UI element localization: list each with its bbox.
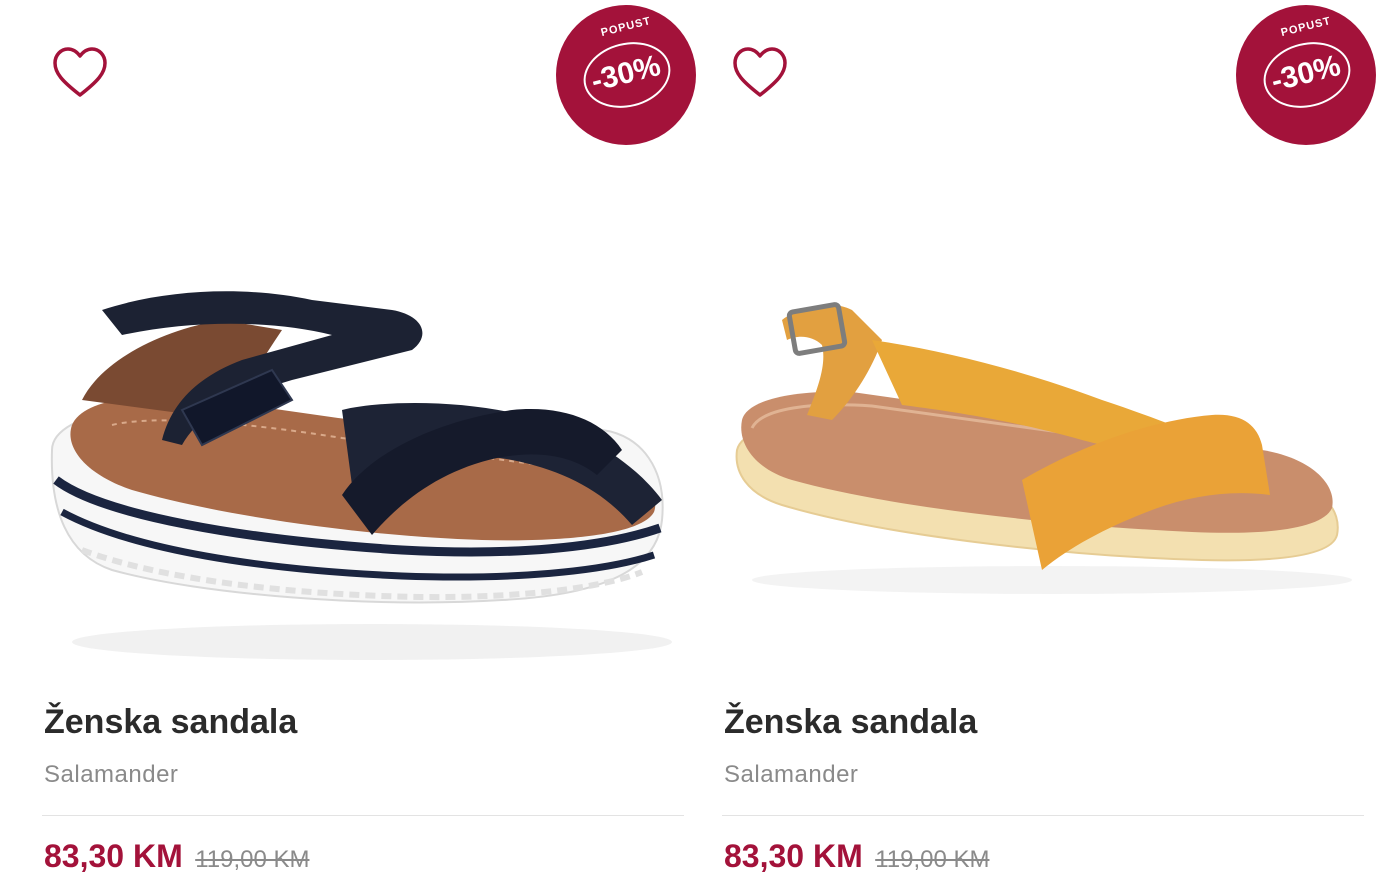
price-current: 83,30 KM	[44, 838, 183, 874]
price-row: 83,30 KM 119,00 KM	[724, 838, 989, 875]
discount-badge: POPUST -30%	[1236, 5, 1376, 145]
discount-badge: POPUST -30%	[556, 5, 696, 145]
heart-icon[interactable]	[52, 46, 108, 100]
product-grid: POPUST -30% Ženska sandala Salamander 83…	[0, 0, 1398, 882]
price-original: 119,00 KM	[875, 846, 990, 873]
product-brand: Salamander	[44, 761, 179, 788]
price-row: 83,30 KM 119,00 KM	[44, 838, 309, 875]
product-card[interactable]: POPUST -30% Ženska sandala Salamander 83…	[42, 0, 696, 882]
divider	[722, 815, 1364, 816]
product-image[interactable]	[722, 250, 1364, 670]
price-current: 83,30 KM	[724, 838, 863, 874]
price-original: 119,00 KM	[195, 846, 310, 873]
divider	[42, 815, 684, 816]
product-image[interactable]	[42, 250, 684, 670]
product-brand: Salamander	[724, 761, 859, 788]
product-card[interactable]: POPUST -30% Ženska sandala Salamander 83…	[722, 0, 1376, 882]
heart-icon[interactable]	[732, 46, 788, 100]
product-title[interactable]: Ženska sandala	[44, 703, 297, 742]
product-title[interactable]: Ženska sandala	[724, 703, 977, 742]
